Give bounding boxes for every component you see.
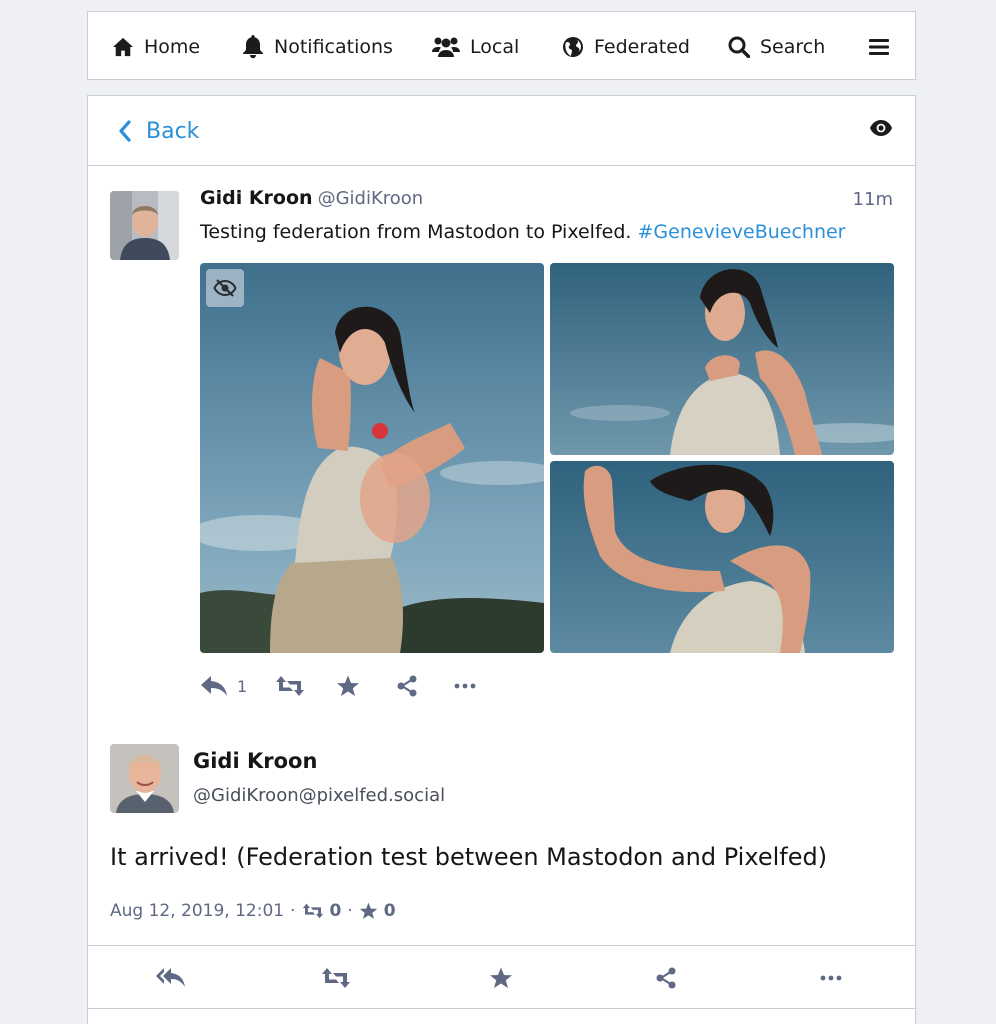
star-icon bbox=[359, 902, 377, 919]
detail-meta: Aug 12, 2019, 12:01 · 0 · 0 bbox=[110, 899, 396, 923]
top-navigation: Home Notifications Local Federated Searc… bbox=[87, 11, 916, 80]
nav-notifications[interactable]: Notifications bbox=[242, 12, 393, 81]
star-icon bbox=[490, 967, 512, 988]
detail-display-name[interactable]: Gidi Kroon bbox=[193, 749, 317, 773]
next-item-card bbox=[87, 1008, 916, 1024]
detail-avatar[interactable] bbox=[110, 744, 179, 813]
share-button[interactable] bbox=[396, 671, 418, 701]
globe-icon bbox=[563, 36, 583, 57]
status-text: Testing federation from Mastodon to Pixe… bbox=[200, 221, 632, 243]
share-button[interactable] bbox=[651, 963, 681, 993]
bell-icon bbox=[243, 34, 263, 58]
nav-notifications-label: Notifications bbox=[274, 35, 393, 58]
retweet-icon bbox=[322, 968, 350, 988]
photo-woman-looking-down bbox=[550, 263, 894, 455]
retweet-icon bbox=[302, 903, 323, 919]
media-image-1[interactable] bbox=[200, 263, 544, 653]
menu-button[interactable] bbox=[868, 12, 890, 81]
nav-federated-label: Federated bbox=[594, 35, 690, 58]
share-icon bbox=[656, 967, 676, 989]
reblog-count[interactable]: 0 bbox=[330, 901, 342, 921]
more-button[interactable] bbox=[816, 963, 846, 993]
detail-handle[interactable]: @GidiKroon@pixelfed.social bbox=[193, 785, 445, 806]
reply-button[interactable]: 1 bbox=[200, 671, 247, 701]
users-icon bbox=[432, 37, 460, 57]
nav-local[interactable]: Local bbox=[432, 12, 519, 81]
avatar[interactable] bbox=[110, 191, 179, 260]
ellipsis-icon bbox=[454, 683, 476, 689]
display-name: Gidi Kroon bbox=[200, 187, 313, 209]
favourite-button[interactable] bbox=[486, 963, 516, 993]
search-icon bbox=[728, 36, 750, 58]
home-icon bbox=[113, 37, 133, 56]
back-button[interactable]: Back bbox=[118, 96, 199, 166]
avatar-image bbox=[110, 191, 179, 260]
hide-media-button[interactable] bbox=[206, 269, 244, 307]
meta-separator: · bbox=[347, 901, 353, 921]
boost-button[interactable] bbox=[321, 963, 351, 993]
toggle-visibility-button[interactable] bbox=[869, 119, 893, 141]
status-content: Testing federation from Mastodon to Pixe… bbox=[200, 221, 846, 243]
column-header: Back bbox=[87, 95, 916, 166]
author-handle: @GidiKroon bbox=[317, 188, 424, 209]
nav-home[interactable]: Home bbox=[112, 12, 200, 81]
chevron-left-icon bbox=[119, 120, 131, 142]
photo-woman-arms-raised bbox=[550, 461, 894, 653]
reply-all-icon bbox=[156, 968, 185, 987]
hashtag-link[interactable]: #GenevieveBuechner bbox=[637, 221, 845, 243]
eye-slash-icon bbox=[213, 279, 237, 297]
status-timestamp[interactable]: 11m bbox=[853, 189, 893, 210]
detail-content: It arrived! (Federation test between Mas… bbox=[110, 843, 828, 871]
nav-search[interactable]: Search bbox=[728, 12, 825, 81]
star-icon bbox=[337, 675, 359, 696]
status: Gidi Kroon @GidiKroon 11m Testing federat… bbox=[87, 165, 916, 723]
favourite-button[interactable] bbox=[336, 671, 360, 701]
reply-all-button[interactable] bbox=[156, 963, 186, 993]
photo-woman-reaching bbox=[200, 263, 544, 653]
reply-count: 1 bbox=[237, 676, 248, 696]
nav-search-label: Search bbox=[760, 35, 826, 58]
detailed-status: Gidi Kroon @GidiKroon@pixelfed.social It… bbox=[87, 722, 916, 946]
ellipsis-icon bbox=[820, 975, 842, 981]
detail-date[interactable]: Aug 12, 2019, 12:01 bbox=[110, 901, 284, 921]
boost-button[interactable] bbox=[275, 671, 305, 701]
favourite-count[interactable]: 0 bbox=[384, 901, 396, 921]
reply-icon bbox=[201, 676, 227, 696]
nav-federated[interactable]: Federated bbox=[562, 12, 690, 81]
nav-home-label: Home bbox=[144, 35, 201, 58]
media-image-3[interactable] bbox=[550, 461, 894, 653]
author-name[interactable]: Gidi Kroon @GidiKroon bbox=[200, 187, 423, 209]
retweet-icon bbox=[276, 676, 304, 696]
more-button[interactable] bbox=[454, 671, 476, 701]
share-icon bbox=[397, 675, 417, 697]
eye-icon bbox=[870, 120, 892, 136]
meta-separator: · bbox=[290, 901, 296, 921]
media-image-2[interactable] bbox=[550, 263, 894, 455]
back-label: Back bbox=[146, 118, 200, 144]
nav-local-label: Local bbox=[470, 35, 520, 58]
detailed-action-bar bbox=[87, 945, 916, 1009]
hamburger-menu-icon bbox=[869, 38, 889, 55]
avatar-image bbox=[110, 744, 179, 813]
